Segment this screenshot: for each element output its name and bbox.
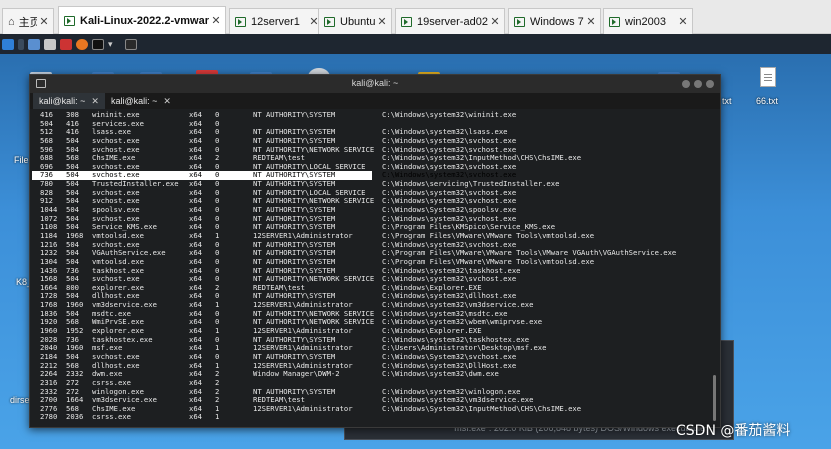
process-row: 504 416 services.exe x64 0 [32, 119, 716, 129]
vm-icon [235, 16, 246, 27]
tab-label: 主页 [18, 16, 37, 29]
close-icon[interactable]: ✕ [209, 14, 223, 27]
terminal-tab[interactable]: kali@kali: ~ ✕ [105, 93, 177, 109]
desktop-file-label: dirse [10, 395, 30, 405]
desktop-file-label: txt [722, 96, 732, 106]
vm-icon [609, 16, 620, 27]
ppid-cell: 2036 [66, 412, 84, 422]
tab-12server1[interactable]: 12server1 ✕ [229, 8, 324, 34]
name-cell: csrss.exe [92, 412, 131, 422]
home-icon: ⌂ [8, 15, 15, 28]
tab-label: Ubuntu [340, 15, 375, 28]
tab-label: 19server-ad02 [417, 15, 488, 28]
tab-ubuntu[interactable]: Ubuntu ✕ [318, 8, 392, 34]
close-icon[interactable]: ✕ [91, 96, 99, 106]
user-cell: NT AUTHORITY\SYSTEM [253, 111, 336, 119]
watermark: CSDN @番茄酱料 [676, 423, 791, 439]
desktop-file-label: 66.txt [756, 96, 779, 106]
process-row: 2780 2036 csrss.exe x64 1 [32, 413, 716, 422]
close-icon[interactable]: ✕ [37, 15, 51, 28]
process-row: 2264 2332 dwm.exe x64 2 Window Manager\DWM-2 C… [32, 370, 716, 379]
firefox-icon[interactable] [76, 38, 88, 50]
process-row: 2028 736 taskhostex.exe x64 0 NT AUTHORITY\SY… [32, 335, 716, 345]
close-icon[interactable] [706, 80, 714, 88]
tab-home[interactable]: ⌂ 主页 ✕ [2, 8, 54, 34]
terminal-tab[interactable]: kali@kali: ~ ✕ [33, 93, 105, 109]
process-row: 2212 568 dllhost.exe x64 1 12SERVER1\Administ… [32, 361, 716, 371]
workspace-icon[interactable] [28, 38, 40, 50]
vm-icon [401, 16, 412, 27]
vmware-tab-bar: ⌂ 主页 ✕ Kali-Linux-2022.2-vmware... ✕ 12s… [0, 0, 831, 34]
close-icon[interactable]: ✕ [584, 15, 598, 28]
process-row: 1768 1960 vm3dservice.exe x64 1 12SERVER1\Adm… [32, 300, 716, 310]
close-icon[interactable]: ✕ [375, 15, 389, 28]
terminal-tab-label: kali@kali: ~ [111, 96, 158, 106]
kali-top-panel: ▾ [0, 34, 831, 54]
terminal-window[interactable]: kali@kali: ~ kali@kali: ~ ✕ kali@kali: ~ ✕… [29, 74, 721, 428]
tab-kali[interactable]: Kali-Linux-2022.2-vmware... ✕ [58, 6, 226, 34]
terminal-tab-bar: kali@kali: ~ ✕ kali@kali: ~ ✕ [30, 93, 720, 109]
path-cell: C:\Windows\system32\dwm.exe [382, 369, 499, 379]
path-cell: C:\Windows\System32\InputMethod\CHS\ChsI… [382, 403, 582, 413]
close-icon[interactable]: ✕ [488, 15, 502, 28]
minimize-icon[interactable] [682, 80, 690, 88]
tab-label: 12server1 [251, 15, 300, 28]
user-cell: 12SERVER1\Administrator [253, 403, 353, 413]
close-icon[interactable]: ✕ [676, 15, 690, 28]
text-file-icon[interactable] [760, 67, 776, 87]
running-terminal-icon[interactable] [124, 38, 137, 50]
file-manager-icon[interactable] [44, 38, 56, 50]
tab-windows7[interactable]: Windows 7 ✕ [508, 8, 601, 34]
process-row: 2776 568 ChsIME.exe x64 1 12SERVER1\Administr… [32, 403, 716, 414]
desktop-file-label: File [14, 155, 29, 165]
terminal-icon[interactable] [92, 38, 104, 50]
tab-win2003[interactable]: win2003 ✕ [603, 8, 693, 34]
vm-icon [64, 15, 75, 26]
session-cell: 1 [215, 412, 220, 422]
tab-label: win2003 [625, 15, 666, 28]
terminal-output[interactable]: 416 308 wininit.exe x64 0 NT AUTHORITY\SYSTEM… [32, 111, 716, 427]
arch-cell: x64 [189, 412, 202, 422]
vm-icon [514, 16, 525, 27]
close-icon[interactable]: ✕ [163, 96, 171, 106]
user-cell: Window Manager\DWM-2 [253, 369, 340, 379]
tab-19server-ad02[interactable]: 19server-ad02 ✕ [395, 8, 505, 34]
tab-label: Kali-Linux-2022.2-vmware... [80, 14, 209, 27]
kali-menu-icon[interactable] [2, 38, 14, 50]
vm-icon [324, 16, 335, 27]
scrollbar[interactable] [713, 375, 716, 421]
text-editor-icon[interactable] [60, 38, 72, 50]
terminal-tab-label: kali@kali: ~ [39, 96, 86, 106]
terminal-title: kali@kali: ~ [351, 78, 399, 88]
tab-label: Windows 7 [530, 15, 584, 28]
separator-icon [18, 38, 24, 50]
path-cell: C:\Windows\system32\wininit.exe [382, 111, 517, 119]
terminal-titlebar[interactable]: kali@kali: ~ [30, 75, 720, 93]
pid-cell: 2780 [40, 412, 58, 422]
maximize-icon[interactable] [694, 80, 702, 88]
chevron-down-icon[interactable]: ▾ [108, 39, 113, 50]
